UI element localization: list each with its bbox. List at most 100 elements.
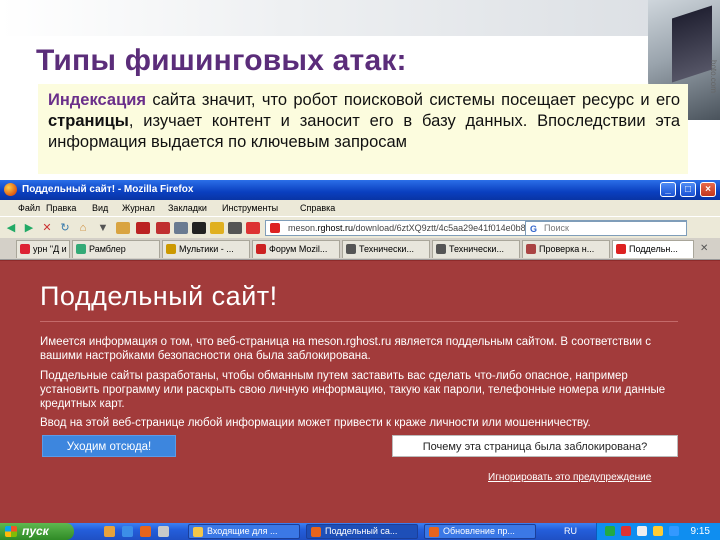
tray-icon[interactable] (621, 526, 631, 536)
info-box: Индексация сайта значит, что робот поиск… (38, 84, 688, 174)
tray-icon[interactable] (637, 526, 647, 536)
info-accent-word: Индексация (48, 91, 146, 109)
menu-help[interactable]: Справка (300, 203, 335, 213)
info-text-part1: сайта значит, что робот поисковой систем… (146, 91, 680, 109)
toolbar-icon[interactable] (192, 222, 206, 234)
system-tray: 9:15 (596, 523, 720, 540)
warning-paragraph: Имеется информация о том, что веб-страни… (40, 336, 652, 362)
heading-divider (40, 321, 678, 322)
tab-favicon (346, 244, 356, 254)
window-title: Поддельный сайт! - Mozilla Firefox (22, 184, 194, 195)
menu-view[interactable]: Вид (92, 203, 108, 213)
taskbar-button[interactable]: Обновление пр... (424, 524, 536, 539)
toolbar-icon[interactable] (174, 222, 188, 234)
info-text-part2: , изучает контент и заносит его в базу д… (48, 112, 680, 151)
language-indicator[interactable]: RU (564, 525, 577, 538)
menu-file[interactable]: Файл (18, 203, 40, 213)
tab-label: Форум Mozil... (269, 244, 328, 254)
close-tab-icon[interactable]: ✕ (700, 243, 712, 255)
menu-history[interactable]: Журнал (122, 203, 155, 213)
url-host: rghost.ru (317, 223, 354, 233)
task-icon (193, 527, 203, 537)
task-label: Поддельный са... (325, 526, 398, 536)
blocked-page: Поддельный сайт! Имеется информация о то… (0, 261, 720, 523)
window-titlebar: Поддельный сайт! - Mozilla Firefox _ □ × (0, 180, 720, 200)
tray-icon[interactable] (605, 526, 615, 536)
arrow-down-icon[interactable]: ▼ (96, 221, 110, 235)
toolbar-icon[interactable] (210, 222, 224, 234)
tray-icon[interactable] (653, 526, 663, 536)
toolbar-icon[interactable] (156, 222, 170, 234)
task-icon (429, 527, 439, 537)
start-button[interactable]: пуск (0, 523, 74, 540)
menu-bookmarks[interactable]: Закладки (168, 203, 207, 213)
task-label: Обновление пр... (443, 526, 515, 536)
clock: 9:15 (690, 526, 710, 537)
tab-label: Поддельн... (629, 244, 678, 254)
tab[interactable]: урн "Д и ... (16, 240, 70, 258)
slide-title: Типы фишинговых атак: (36, 44, 407, 77)
top-decoration-band (0, 0, 720, 36)
info-text: Индексация сайта значит, что робот поиск… (48, 90, 680, 153)
tab-favicon (256, 244, 266, 254)
minimize-button[interactable]: _ (660, 182, 676, 197)
quicklaunch-icon[interactable] (140, 526, 151, 537)
search-placeholder: Поиск (544, 223, 569, 233)
presentation-slide: hoto.com Типы фишинговых атак: Индексаци… (0, 0, 720, 540)
tab[interactable]: Проверка н... (522, 240, 610, 258)
page-heading: Поддельный сайт! (40, 281, 278, 311)
quicklaunch-icon[interactable] (104, 526, 115, 537)
menu-tools[interactable]: Инструменты (222, 203, 278, 213)
tab[interactable]: Рамблер (72, 240, 160, 258)
firefox-icon (4, 183, 17, 196)
stop-icon[interactable]: ✕ (40, 221, 54, 235)
tab-favicon (616, 244, 626, 254)
tab-favicon (526, 244, 536, 254)
tab[interactable]: Технически... (432, 240, 520, 258)
navigation-toolbar: ◀ ▶ ✕ ↻ ⌂ ▼ meson.rghost.ru/download/6zt… (0, 216, 720, 238)
tray-icon[interactable] (669, 526, 679, 536)
tab[interactable]: Форум Mozil... (252, 240, 340, 258)
tab-strip: урн "Д и ... Рамблер Мультики - ... Фору… (0, 238, 720, 260)
tab[interactable]: Технически... (342, 240, 430, 258)
windows-taskbar: пуск Входящие для ... Поддельный са... О… (0, 523, 720, 540)
task-icon (311, 527, 321, 537)
quicklaunch-icon[interactable] (122, 526, 133, 537)
tab-label: урн "Д и ... (33, 244, 69, 254)
toolbar-icon[interactable] (246, 222, 260, 234)
forward-arrow-icon[interactable]: ▶ (22, 221, 36, 235)
menu-edit[interactable]: Правка (46, 203, 76, 213)
task-label: Входящие для ... (207, 526, 278, 536)
tab-label: Технически... (449, 244, 504, 254)
home-icon[interactable]: ⌂ (76, 221, 90, 235)
tab[interactable]: Мультики - ... (162, 240, 250, 258)
info-bold-word: страницы (48, 112, 129, 130)
tab-label: Проверка н... (539, 244, 595, 254)
search-input[interactable]: G Поиск (525, 221, 687, 236)
maximize-button[interactable]: □ (680, 182, 696, 197)
why-blocked-button[interactable]: Почему эта страница была заблокирована? (392, 435, 678, 457)
tab-label: Рамблер (89, 244, 126, 254)
tab-active[interactable]: Поддельн... (612, 240, 694, 258)
reload-icon[interactable]: ↻ (58, 221, 72, 235)
quicklaunch-icon[interactable] (158, 526, 169, 537)
tab-favicon (436, 244, 446, 254)
browser-screenshot: Поддельный сайт! - Mozilla Firefox _ □ ×… (0, 180, 720, 540)
toolbar-icon[interactable] (116, 222, 130, 234)
ignore-warning-link[interactable]: Игнорировать это предупреждение (488, 472, 651, 483)
tab-favicon (76, 244, 86, 254)
back-arrow-icon[interactable]: ◀ (4, 221, 18, 235)
get-me-out-button[interactable]: Уходим отсюда! (42, 435, 176, 457)
taskbar-button-active[interactable]: Поддельный са... (306, 524, 418, 539)
toolbar-icon[interactable] (136, 222, 150, 234)
search-engine-icon: G (530, 224, 538, 234)
laptop-watermark: hoto.com (709, 60, 718, 93)
toolbar-icon[interactable] (228, 222, 242, 234)
taskbar-button[interactable]: Входящие для ... (188, 524, 300, 539)
url-prefix: meson. (288, 223, 318, 233)
close-button[interactable]: × (700, 182, 716, 197)
tab-label: Технически... (359, 244, 414, 254)
menu-bar: Файл Правка Вид Журнал Закладки Инструме… (0, 200, 720, 216)
windows-logo-icon (5, 526, 17, 537)
warning-paragraph: Ввод на этой веб-странице любой информац… (40, 417, 591, 429)
